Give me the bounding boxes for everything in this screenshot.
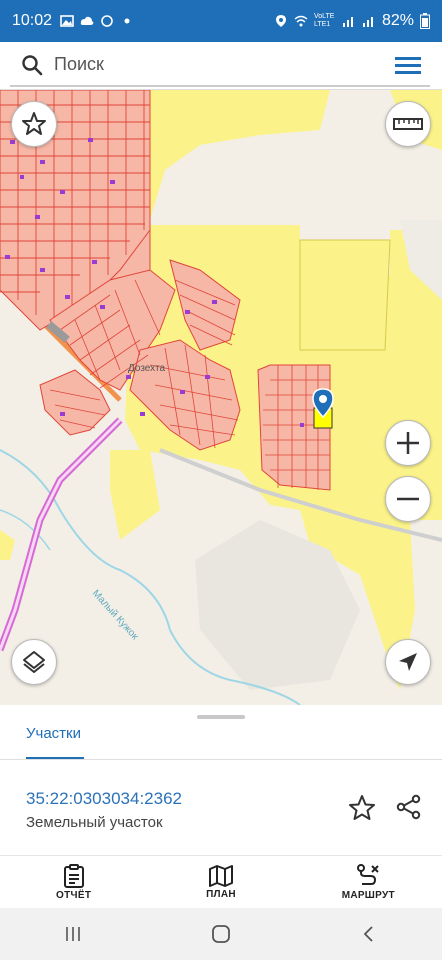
nav-route-label: МАРШРУТ <box>341 889 395 901</box>
clipboard-icon <box>63 863 84 888</box>
location-pin-icon[interactable] <box>312 388 334 418</box>
my-location-button[interactable] <box>385 639 431 685</box>
sheet-grabber[interactable] <box>197 715 245 719</box>
nav-report[interactable]: ОТЧЁТ <box>0 856 147 908</box>
share-button[interactable] <box>396 794 422 825</box>
status-time: 10:02 <box>12 12 53 29</box>
zoom-in-button[interactable] <box>385 420 431 466</box>
land-zone <box>130 90 330 230</box>
parcel-cadastral-number[interactable]: 35:22:0303034:2362 <box>26 789 182 809</box>
nav-report-label: ОТЧЁТ <box>56 889 92 901</box>
hamburger-icon <box>395 56 421 74</box>
gallery-icon <box>60 15 74 27</box>
tab-parcels[interactable]: Участки <box>26 725 81 742</box>
map-icon <box>208 864 233 887</box>
settlement-label: Дозехта <box>128 363 166 374</box>
nav-plan-label: ПЛАН <box>206 888 236 900</box>
nav-plan[interactable]: ПЛАН <box>147 856 294 908</box>
map-canvas <box>0 90 442 705</box>
search-input[interactable] <box>54 54 386 75</box>
bottom-navigation: ОТЧЁТ ПЛАН МАРШРУТ <box>0 855 442 908</box>
network-label: VoLTE LTE1 <box>313 13 335 28</box>
cadastral-map[interactable]: Дозехта Малый Кужок <box>0 90 442 705</box>
favorite-map-button[interactable] <box>11 101 57 147</box>
divider <box>0 759 442 760</box>
recent-apps-icon[interactable] <box>64 925 82 943</box>
dot-icon <box>124 18 130 24</box>
star-icon <box>22 112 46 135</box>
wifi-icon <box>294 15 308 27</box>
share-icon <box>396 794 421 820</box>
star-icon <box>349 795 375 820</box>
favorite-parcel-button[interactable] <box>348 794 376 827</box>
back-icon[interactable] <box>360 925 378 943</box>
highway <box>0 417 123 652</box>
ruler-icon <box>393 118 423 130</box>
minus-icon <box>397 497 419 501</box>
ruler-button[interactable] <box>385 101 431 147</box>
search-bar <box>0 42 442 90</box>
layers-icon <box>23 651 45 673</box>
plus-icon <box>397 432 419 454</box>
zoom-out-button[interactable] <box>385 476 431 522</box>
signal-icon <box>342 17 353 27</box>
battery-level: 82% <box>381 12 414 29</box>
menu-button[interactable] <box>386 45 430 85</box>
land-zone <box>110 450 160 540</box>
signal-icon <box>362 17 373 27</box>
location-icon <box>275 15 286 27</box>
highway <box>0 418 122 651</box>
nav-route[interactable]: МАРШРУТ <box>295 856 442 908</box>
cloud-icon <box>80 16 94 25</box>
chat-icon <box>101 15 113 27</box>
search-icon[interactable] <box>10 54 54 76</box>
route-icon <box>357 863 380 885</box>
battery-icon <box>420 13 430 29</box>
home-icon[interactable] <box>211 924 231 944</box>
status-bar: 10:02 VoLTE LTE1 82% <box>0 0 442 42</box>
land-zone <box>0 530 15 560</box>
search-field <box>10 45 430 87</box>
navigation-arrow-icon <box>399 653 417 671</box>
system-navigation-bar <box>0 908 442 960</box>
layers-button[interactable] <box>11 639 57 685</box>
land-zone <box>299 239 391 351</box>
parcel-type: Земельный участок <box>26 814 163 831</box>
